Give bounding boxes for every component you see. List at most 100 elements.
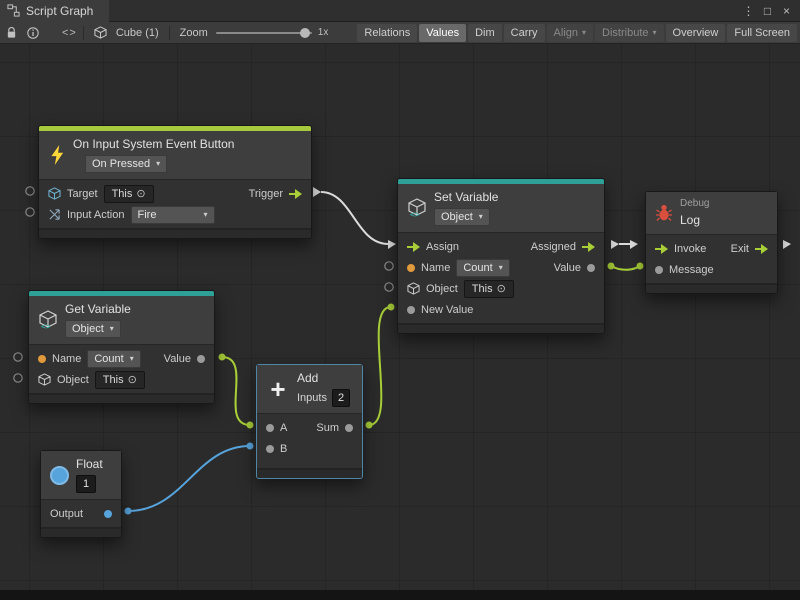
exec-port-icon[interactable] [407, 242, 420, 252]
chevron-down-icon: ▾ [110, 322, 114, 336]
zoom-slider[interactable] [216, 27, 312, 39]
align-button[interactable]: Align▾ [547, 24, 593, 42]
float-icon [50, 466, 69, 485]
node-title: Log [680, 213, 700, 228]
chevron-down-icon: ▾ [130, 352, 134, 366]
float-port[interactable] [104, 510, 112, 518]
node-title: Set Variable [434, 190, 498, 205]
target-row: Target This ⊙ Trigger [39, 183, 311, 204]
distribute-button[interactable]: Distribute▾ [595, 24, 663, 42]
title-bar: Script Graph ⋮ □ × [0, 0, 800, 22]
inspect-button[interactable] [22, 22, 44, 44]
new-value-row: New Value [398, 299, 604, 320]
b-label: B [280, 443, 287, 455]
cube-icon [407, 282, 420, 295]
node-set-variable[interactable]: <> Set Variable Object ▾ Assign Assigned [397, 178, 605, 334]
object-label: Object [57, 374, 89, 386]
event-mode-dropdown[interactable]: On Pressed ▾ [85, 155, 167, 173]
name-label: Name [52, 353, 81, 365]
values-button[interactable]: Values [419, 24, 466, 42]
object-row: Object This ⊙ [398, 278, 604, 299]
relations-button[interactable]: Relations [357, 24, 417, 42]
chevron-down-icon: ▾ [156, 157, 160, 171]
value-port[interactable] [197, 355, 205, 363]
variable-icon: <> [38, 310, 58, 330]
value-port[interactable] [587, 264, 595, 272]
fullscreen-button[interactable]: Full Screen [727, 24, 797, 42]
assigned-label: Assigned [531, 241, 576, 253]
float-value-field[interactable]: 1 [76, 475, 96, 493]
value-label: Value [554, 262, 581, 274]
exec-port-icon[interactable] [582, 242, 595, 252]
node-header: Float 1 [41, 451, 121, 499]
exec-port-icon[interactable] [289, 189, 302, 199]
exec-port-icon[interactable] [655, 244, 668, 254]
string-port[interactable] [38, 355, 46, 363]
message-row: Message [646, 259, 777, 280]
name-row: Name Count ▾ Value [398, 257, 604, 278]
value-port[interactable] [345, 424, 353, 432]
menu-icon[interactable]: ⋮ [740, 1, 757, 21]
string-port[interactable] [407, 264, 415, 272]
node-body: Name Count ▾ Value Object This ⊙ [29, 344, 214, 393]
target-this-button[interactable]: This ⊙ [104, 185, 154, 203]
object-this-button[interactable]: This ⊙ [95, 371, 145, 389]
trigger-label: Trigger [249, 188, 283, 200]
object-this-button[interactable]: This ⊙ [464, 280, 514, 298]
node-add[interactable]: + Add Inputs 2 A Sum B [256, 364, 363, 479]
graph-toolbar: <> Cube (1) Zoom 1x Relations Values Dim… [0, 22, 800, 44]
maximize-icon[interactable]: □ [759, 1, 776, 21]
input-action-dropdown[interactable]: Fire ▾ [131, 206, 215, 224]
tab-script-graph[interactable]: Script Graph [0, 0, 109, 22]
node-float[interactable]: Float 1 Output [40, 450, 122, 538]
exec-port-icon[interactable] [755, 244, 768, 254]
node-footer [39, 228, 311, 238]
toolbar-divider [83, 26, 84, 40]
node-on-input-system-event-button[interactable]: On Input System Event Button On Pressed … [38, 125, 312, 239]
node-get-variable[interactable]: <> Get Variable Object ▾ Name Count ▾ Va… [28, 290, 215, 404]
object-row: Object This ⊙ [29, 369, 214, 390]
node-title: On Input System Event Button [73, 137, 234, 152]
node-debug-log[interactable]: Debug Log Invoke Exit Message [645, 191, 778, 294]
zoom-slider-track [216, 32, 312, 34]
target-icon: ⊙ [128, 373, 137, 387]
message-label: Message [669, 264, 714, 276]
variable-icon: <> [407, 198, 427, 218]
zoom-slider-knob[interactable] [300, 28, 310, 38]
variable-scope-dropdown[interactable]: Object ▾ [434, 208, 490, 226]
chevron-down-icon: ▾ [499, 261, 503, 275]
cube-icon [38, 373, 51, 386]
zoom-label: Zoom [180, 27, 208, 39]
info-icon [27, 27, 39, 39]
inputs-count-field[interactable]: 2 [332, 389, 350, 407]
variable-name-dropdown[interactable]: Count ▾ [87, 350, 140, 368]
invoke-row: Invoke Exit [646, 238, 777, 259]
node-body: Invoke Exit Message [646, 234, 777, 283]
value-port[interactable] [266, 445, 274, 453]
variable-scope-dropdown[interactable]: Object ▾ [65, 320, 121, 338]
target-label: Target [67, 188, 98, 200]
sum-label: Sum [316, 422, 339, 434]
node-title: Add [297, 371, 318, 386]
plus-icon: + [266, 378, 290, 400]
bug-icon [655, 204, 673, 222]
close-icon[interactable]: × [778, 1, 795, 21]
variable-name-dropdown[interactable]: Count ▾ [456, 259, 509, 277]
gameobject-icon [48, 187, 61, 200]
node-footer [257, 468, 362, 478]
target-icon: ⊙ [136, 187, 145, 201]
node-body: Assign Assigned Name Count ▾ Value [398, 232, 604, 323]
dim-button[interactable]: Dim [468, 24, 502, 42]
value-port[interactable] [407, 306, 415, 314]
lightning-icon [48, 145, 66, 165]
overview-button[interactable]: Overview [666, 24, 726, 42]
input-action-row: Input Action Fire ▾ [39, 204, 311, 225]
lock-button[interactable] [0, 22, 22, 44]
value-port[interactable] [655, 266, 663, 274]
value-port[interactable] [266, 424, 274, 432]
value-label: Value [164, 353, 191, 365]
carry-button[interactable]: Carry [504, 24, 545, 42]
node-body: A Sum B [257, 413, 362, 468]
code-view-icon[interactable]: <> [62, 27, 77, 39]
node-footer [29, 393, 214, 403]
